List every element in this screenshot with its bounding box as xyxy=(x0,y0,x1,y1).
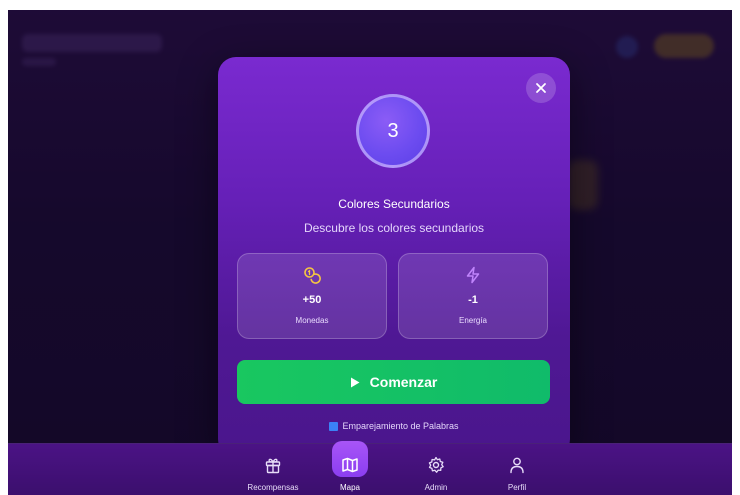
start-button[interactable]: Comenzar xyxy=(237,360,550,404)
lesson-title: Colores Secundarios xyxy=(338,197,450,211)
play-icon xyxy=(350,377,360,387)
reward-card-coins: +50 Monedas xyxy=(237,253,387,339)
nav-item-recompensas[interactable]: Recompensas xyxy=(238,444,308,495)
coins-icon xyxy=(304,267,321,284)
user-icon xyxy=(510,457,524,474)
nav-item-mapa[interactable]: Mapa xyxy=(315,441,385,495)
reward-label: Energía xyxy=(458,316,488,325)
bottom-nav: Recompensas Mapa Admin Perfil xyxy=(8,441,732,495)
lightning-icon xyxy=(466,266,480,284)
gift-icon xyxy=(265,458,281,474)
nav-label: Perfil xyxy=(507,483,527,492)
game-type-label: Emparejamiento de Palabras xyxy=(218,421,570,431)
start-button-label: Comenzar xyxy=(369,374,438,390)
reward-card-energy: -1 Energía xyxy=(398,253,548,339)
level-badge: 3 xyxy=(356,94,430,168)
reward-value: -1 xyxy=(468,294,478,306)
game-type-icon xyxy=(329,421,339,431)
nav-label: Mapa xyxy=(339,483,360,492)
nav-item-perfil[interactable]: Perfil xyxy=(482,444,552,495)
reward-value: +50 xyxy=(302,294,322,306)
close-button[interactable] xyxy=(526,73,556,103)
nav-item-admin[interactable]: Admin xyxy=(401,444,471,495)
nav-label: Admin xyxy=(424,483,448,492)
app-screen: 3 Colores Secundarios Descubre los color… xyxy=(8,10,732,495)
lesson-description: Descubre los colores secundarios xyxy=(303,221,485,235)
lesson-modal: 3 Colores Secundarios Descubre los color… xyxy=(218,57,570,457)
gear-icon xyxy=(428,456,444,473)
map-icon xyxy=(342,457,358,473)
close-icon xyxy=(536,83,546,93)
nav-label: Recompensas xyxy=(247,483,299,492)
game-type-text: Emparejamiento de Palabras xyxy=(342,421,459,431)
level-number: 3 xyxy=(387,119,399,142)
reward-label: Monedas xyxy=(295,316,329,325)
